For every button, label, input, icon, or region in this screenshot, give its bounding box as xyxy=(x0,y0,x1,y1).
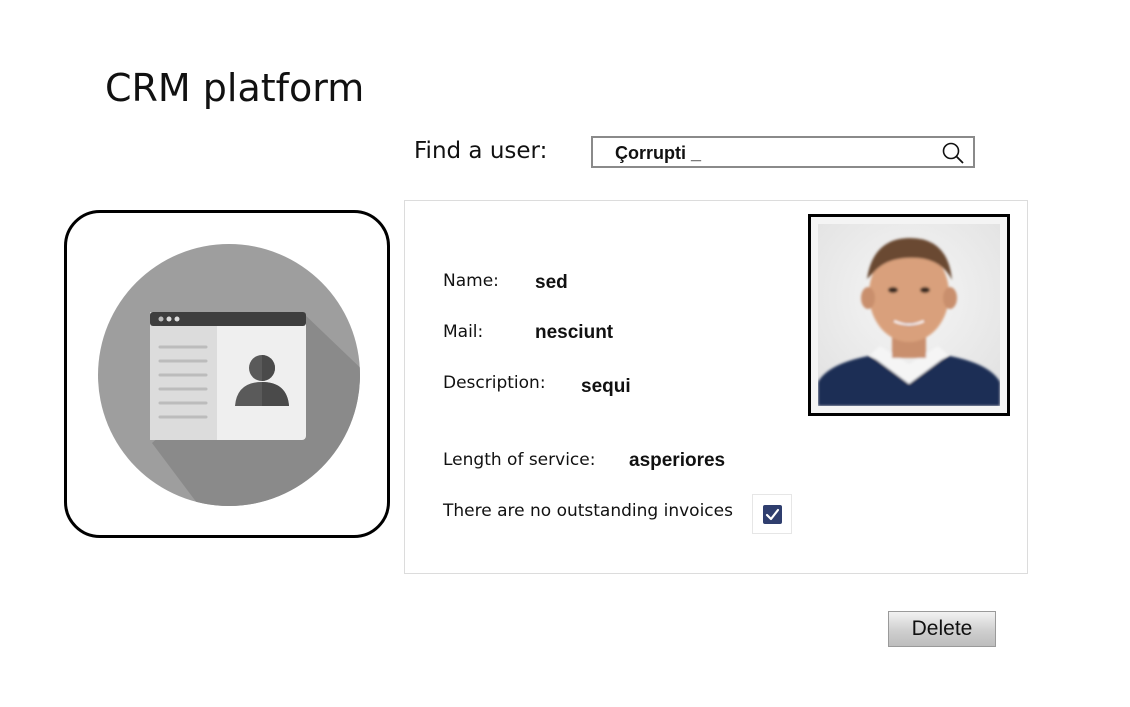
name-value: sed xyxy=(535,272,568,293)
description-value: sequi xyxy=(581,376,631,397)
mail-value: nesciunt xyxy=(535,322,614,343)
outstanding-invoices-checkbox[interactable] xyxy=(752,494,792,534)
contact-card-icon xyxy=(98,244,360,506)
search-input[interactable] xyxy=(615,142,935,164)
search-icon[interactable] xyxy=(941,141,965,165)
outstanding-invoices-label: There are no outstanding invoices xyxy=(443,501,733,521)
delete-button[interactable]: Delete xyxy=(888,611,996,647)
page-title: CRM platform xyxy=(105,66,365,110)
user-photo xyxy=(818,224,1000,406)
check-icon xyxy=(765,508,780,521)
find-user-label: Find a user: xyxy=(414,138,548,164)
name-label: Name: xyxy=(443,271,499,291)
search-box[interactable] xyxy=(591,136,975,168)
length-of-service-value: asperiores xyxy=(629,450,726,471)
mail-label: Mail: xyxy=(443,322,484,342)
avatar-card xyxy=(64,210,390,538)
length-of-service-label: Length of service: xyxy=(443,450,596,470)
description-label: Description: xyxy=(443,373,546,393)
checkbox-checked xyxy=(763,505,782,524)
user-photo-frame xyxy=(808,214,1010,416)
